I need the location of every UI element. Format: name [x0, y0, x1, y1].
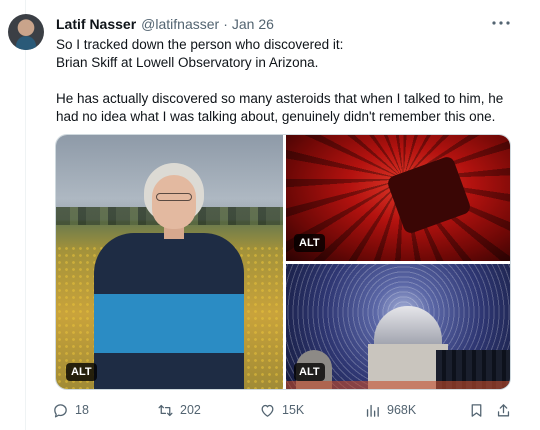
share-icon [497, 403, 510, 416]
reply-icon [54, 403, 67, 418]
retweet-count: 202 [180, 403, 201, 417]
tweet-date[interactable]: Jan 26 [232, 16, 274, 32]
reply-button[interactable]: 18 [52, 400, 89, 420]
author-handle[interactable]: @latifnasser [141, 16, 219, 32]
alt-badge[interactable]: ALT [294, 234, 325, 252]
share-button[interactable] [495, 400, 518, 420]
red-dome-photo[interactable]: ALT [286, 135, 510, 261]
ellipsis-icon[interactable] [490, 14, 512, 32]
views-count: 968K [387, 403, 417, 417]
tweet-text-line: had no idea what I was talking about, ge… [56, 109, 496, 124]
alt-badge[interactable]: ALT [66, 363, 97, 381]
tweet-text-line: So I tracked down the person who discove… [56, 37, 344, 52]
analytics-icon [366, 404, 379, 417]
bookmark-icon [471, 403, 482, 417]
tweet-text: So I tracked down the person who discove… [56, 36, 526, 126]
reply-count: 18 [75, 403, 89, 417]
heart-icon [261, 404, 274, 417]
author-name[interactable]: Latif Nasser [56, 16, 136, 32]
views-button[interactable]: 968K [364, 400, 416, 420]
tweet-text-line: Brian Skiff at Lowell Observatory in Ari… [56, 55, 319, 70]
like-button[interactable]: 15K [259, 400, 304, 420]
tweet-header: Latif Nasser @latifnasser · Jan 26 [56, 14, 274, 34]
star-trails-photo[interactable]: ALT [286, 264, 510, 389]
media-grid: ALT ALT ALT [55, 134, 511, 390]
avatar[interactable] [8, 14, 44, 50]
portrait-photo[interactable]: ALT [56, 135, 283, 389]
tweet-text-line: He has actually discovered so many aster… [56, 91, 504, 106]
action-bar: 18 202 15K 968K [52, 400, 518, 420]
header-separator: · [223, 16, 228, 32]
bookmark-button[interactable] [468, 400, 491, 420]
retweet-button[interactable]: 202 [157, 400, 201, 420]
tweet: Latif Nasser @latifnasser · Jan 26 So I … [0, 0, 540, 430]
alt-badge[interactable]: ALT [294, 363, 325, 381]
retweet-icon [158, 404, 173, 416]
person-figure [94, 163, 244, 389]
like-count: 15K [282, 403, 305, 417]
